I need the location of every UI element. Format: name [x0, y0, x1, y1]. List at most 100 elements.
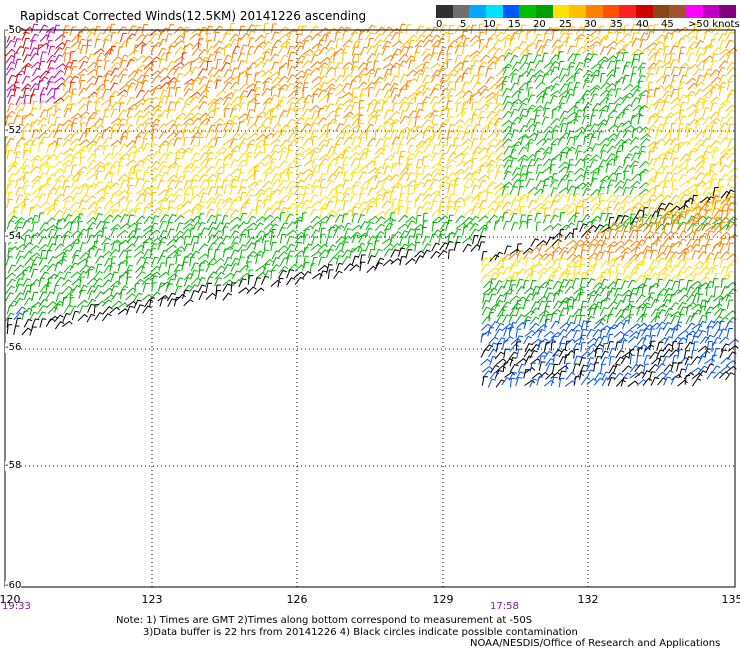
wind-barb — [158, 220, 168, 230]
wind-barb — [310, 33, 321, 41]
wind-barb — [408, 59, 415, 69]
colorbar-swatch — [569, 5, 587, 18]
wind-barb — [366, 24, 376, 33]
wind-barb — [719, 156, 726, 166]
wind-barb — [310, 61, 321, 69]
wind-barb — [485, 67, 493, 78]
wind-barb — [541, 93, 548, 104]
wind-barb — [279, 150, 287, 161]
wind-barb — [14, 217, 25, 225]
colorbar-swatch — [652, 5, 670, 18]
wind-barb — [263, 143, 269, 154]
wind-barb — [359, 46, 369, 56]
wind-barb — [38, 243, 49, 252]
wind-barb — [552, 266, 563, 274]
wind-barb — [527, 142, 533, 153]
wind-barb — [302, 40, 310, 50]
wind-barb — [375, 114, 381, 125]
wind-barb — [78, 284, 88, 294]
wind-barb — [706, 320, 716, 329]
wind-barb — [662, 84, 674, 92]
wind-barb — [678, 230, 687, 240]
wind-barb — [143, 67, 154, 76]
wind-barb — [487, 348, 498, 358]
wind-barb — [551, 173, 558, 183]
wind-barb — [726, 299, 734, 309]
wind-barb — [333, 227, 342, 237]
wind-barb — [669, 137, 680, 146]
wind-barb — [6, 324, 13, 334]
wind-barb — [529, 316, 540, 325]
wind-barb — [712, 278, 719, 288]
wind-barb — [453, 184, 459, 194]
colorbar-swatch — [686, 5, 703, 18]
wind-barb — [229, 241, 239, 251]
wind-barb — [549, 214, 559, 224]
wind-barb — [631, 194, 642, 202]
wind-barb — [519, 61, 529, 70]
wind-barb — [229, 199, 239, 208]
wind-barb — [678, 279, 684, 289]
wind-barb — [133, 44, 140, 55]
wind-barb — [287, 171, 293, 182]
wind-barb — [95, 234, 103, 245]
wind-barb — [635, 294, 646, 303]
wind-barb — [664, 250, 674, 260]
wind-barb — [510, 221, 519, 232]
wind-barb — [527, 207, 538, 216]
wind-barb — [5, 256, 13, 266]
wind-barb — [421, 173, 433, 181]
wind-barb — [725, 31, 735, 40]
wind-barb — [607, 301, 618, 309]
colorbar-label: 25 — [559, 19, 572, 30]
wind-barb — [598, 109, 607, 119]
wind-barb — [635, 274, 645, 283]
wind-barb — [543, 287, 553, 297]
wind-barb — [45, 318, 55, 328]
wind-barb — [631, 37, 640, 47]
wind-barb — [135, 64, 147, 71]
wind-barb — [691, 378, 702, 387]
wind-barb — [183, 243, 192, 253]
wind-barb — [374, 248, 383, 258]
wind-barb — [589, 159, 598, 168]
wind-barb — [446, 200, 454, 210]
wind-barb — [357, 81, 368, 89]
wind-barb — [358, 30, 365, 40]
wind-barb — [485, 91, 497, 99]
wind-barb — [534, 109, 541, 120]
wind-barb — [271, 123, 282, 131]
wind-barb — [510, 82, 519, 92]
wind-barb — [117, 195, 128, 204]
wind-barb — [117, 173, 128, 182]
wind-barb — [487, 200, 498, 209]
wind-barb — [78, 74, 86, 84]
wind-barb — [230, 282, 236, 293]
wind-barb — [656, 327, 665, 337]
wind-barb — [222, 283, 232, 292]
wind-barb — [720, 285, 730, 295]
wind-barb — [125, 200, 134, 210]
wind-barb — [93, 110, 101, 120]
wind-barb — [534, 131, 543, 141]
wind-barb — [120, 289, 126, 299]
wind-barb — [642, 334, 651, 344]
wind-barb — [295, 220, 302, 230]
wind-barb — [31, 23, 39, 33]
wind-barb — [231, 67, 239, 77]
wind-barb — [285, 82, 295, 92]
wind-barb — [341, 124, 352, 132]
wind-barb — [646, 128, 655, 138]
wind-barb — [671, 273, 682, 281]
wind-barb — [439, 80, 447, 90]
wind-barb — [294, 192, 304, 202]
wind-barb — [471, 114, 477, 124]
wind-barb — [173, 137, 182, 147]
wind-barb — [367, 179, 373, 189]
wind-barb — [301, 183, 313, 190]
wind-barb — [398, 101, 408, 111]
wind-barb — [23, 318, 33, 328]
wind-barb — [438, 228, 447, 238]
wind-barb — [319, 186, 327, 197]
wind-barb — [501, 192, 511, 202]
